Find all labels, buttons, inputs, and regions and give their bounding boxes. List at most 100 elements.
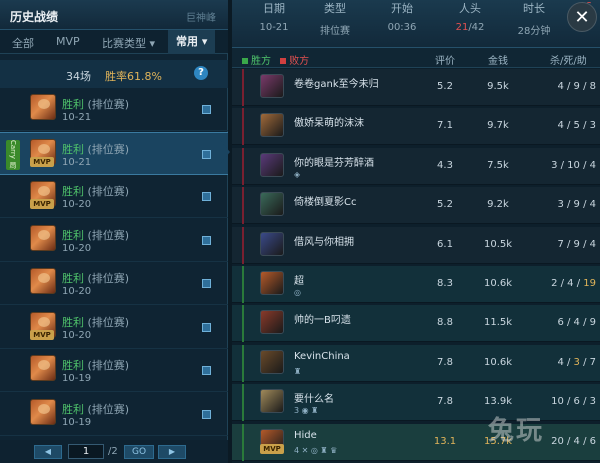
replay-icon[interactable] <box>202 322 211 332</box>
player-champion-avatar <box>260 74 284 98</box>
server-name: 巨神峰 <box>186 13 216 24</box>
match-result-label: 胜利 <box>62 315 84 329</box>
filter-common[interactable]: 常用 ▾ <box>168 30 216 54</box>
player-name: KevinChina <box>294 350 350 362</box>
replay-icon[interactable] <box>202 105 211 114</box>
match-row[interactable]: 胜利 (排位赛) 10-19 <box>0 393 228 436</box>
match-summary: 日期 10-21 类型 排位赛 开始 00:36 人头 21/42 时长 28分… <box>232 0 600 48</box>
champion-avatar <box>30 224 56 251</box>
player-name: 帅的一B叼遗 <box>294 315 351 327</box>
help-icon[interactable]: ? <box>194 66 208 80</box>
win-rate: 胜率61.8% <box>105 70 162 83</box>
summary-start-value: 00:36 <box>387 22 417 33</box>
pager: ◀ /2 GO ▶ <box>0 440 228 463</box>
player-kda: 4 / 3 / 7 <box>557 356 596 368</box>
match-result: 胜利 (排位赛) <box>62 141 129 157</box>
team-marker <box>242 147 244 185</box>
player-score: 8.8 <box>437 317 453 329</box>
summary-type-label: 类型 <box>324 2 346 15</box>
summary-duration: 时长 28分钟 <box>514 0 554 37</box>
player-row[interactable]: 倚楼倒夏影Cc 5.2 9.2k 3 / 9 / 4 <box>232 187 600 225</box>
games-count: 34场 <box>66 70 91 83</box>
player-name: 借风与你相拥 <box>294 236 354 248</box>
player-gold: 7.5k <box>487 159 509 171</box>
match-detail-panel: 日期 10-21 类型 排位赛 开始 00:36 人头 21/42 时长 28分… <box>232 0 600 463</box>
replay-icon[interactable] <box>202 192 211 201</box>
match-date: 10-19 <box>62 416 92 428</box>
match-row[interactable]: 胜利 (排位赛) 10-21 <box>0 88 228 131</box>
player-row[interactable]: 帅的一B叼遗 8.8 11.5k 6 / 4 / 9 <box>232 305 600 343</box>
match-row[interactable]: 胜利 (排位赛) 10-20 <box>0 262 228 305</box>
prev-page-button[interactable]: ◀ <box>34 445 62 459</box>
match-result: 胜利 (排位赛) <box>62 270 129 286</box>
legend-lose: 败方 <box>289 56 310 67</box>
replay-icon[interactable] <box>202 279 211 288</box>
player-row[interactable]: KevinChina ♜ 7.8 10.6k 4 / 3 / 7 <box>232 344 600 382</box>
champion-avatar <box>30 398 56 425</box>
mvp-badge: MVP <box>30 329 54 340</box>
match-row[interactable]: MVP 胜利 (排位赛) 10-20 <box>0 175 228 218</box>
player-badges-icon: ◈ <box>294 169 301 179</box>
player-row[interactable]: 借风与你相拥 6.1 10.5k 7 / 9 / 4 <box>232 226 600 264</box>
match-queue: (排位赛) <box>87 402 130 416</box>
player-score: 7.8 <box>437 396 453 408</box>
replay-icon[interactable] <box>202 149 211 159</box>
player-gold: 13.9k <box>483 396 513 408</box>
player-score: 5.2 <box>437 199 453 211</box>
match-row[interactable]: Carry 局 MVP 胜利 (排位赛) 10-21 <box>0 131 228 175</box>
match-row[interactable]: 胜利 (排位赛) 10-20 <box>0 219 228 262</box>
player-row[interactable]: MVP Hide 4 ✕ ◎ ♜ ♛ 13.1 15.7k 20 / 4 / 6 <box>232 423 600 461</box>
go-button[interactable]: GO <box>124 445 154 459</box>
panel-title: 历史战绩 <box>10 10 59 24</box>
player-score: 4.3 <box>437 159 453 171</box>
col-kda: 杀/死/助 <box>550 56 587 67</box>
player-score: 13.1 <box>433 435 457 447</box>
match-row[interactable]: MVP 胜利 (排位赛) 10-20 <box>0 306 228 349</box>
player-score: 8.3 <box>437 278 453 289</box>
panel-title-bar: 历史战绩 巨神峰 <box>0 0 228 30</box>
match-result-label: 胜利 <box>62 142 84 156</box>
player-row[interactable]: 超 ◎ 8.3 10.6k 2 / 4 / 19 <box>232 266 600 303</box>
champion-avatar <box>30 355 56 381</box>
team-marker <box>242 187 244 225</box>
player-gold: 11.5k <box>483 317 513 329</box>
player-gold: 9.5k <box>487 81 509 92</box>
filter-mvp[interactable]: MVP <box>56 35 80 48</box>
page-input[interactable] <box>68 444 104 459</box>
player-score: 7.8 <box>437 356 453 368</box>
replay-icon[interactable] <box>202 366 211 375</box>
player-row[interactable]: 要什么名 3 ◉ ♜ 7.8 13.9k 10 / 6 / 3 <box>232 384 600 422</box>
match-result-label: 胜利 <box>62 98 84 111</box>
team-legend: 胜方 败方 <box>242 52 309 67</box>
watermark: 兔玩 <box>488 416 545 446</box>
match-date: 10-20 <box>62 242 92 254</box>
match-row[interactable]: 胜利 (排位赛) 10-19 <box>0 349 228 392</box>
match-result: 胜利 (排位赛) <box>62 227 129 243</box>
player-row[interactable]: 你的眼是芬芳醉酒 ◈ 4.3 7.5k 3 / 10 / 4 <box>232 147 600 185</box>
mvp-badge: MVP <box>30 199 54 209</box>
player-name: 卷卷gank至今未归 <box>294 79 379 90</box>
col-gold: 金钱 <box>488 56 508 67</box>
team-marker <box>242 69 244 106</box>
player-row[interactable]: 傲娇呆萌的沫沫 7.1 9.7k 4 / 5 / 3 <box>232 108 600 146</box>
match-history-panel: 历史战绩 巨神峰 全部 MVP 比赛类型 ▾ 常用 ▾ 34场 胜率61.8% … <box>0 0 228 463</box>
player-name: 倚楼倒夏影Cc <box>294 197 357 209</box>
player-champion-avatar <box>260 271 284 295</box>
filter-all[interactable]: 全部 <box>12 35 34 51</box>
close-icon[interactable]: ✕ <box>567 2 597 32</box>
filter-match-type[interactable]: 比赛类型 ▾ <box>102 35 155 51</box>
replay-icon[interactable] <box>202 235 211 245</box>
replay-icon[interactable] <box>202 409 211 419</box>
player-kda: 7 / 9 / 4 <box>557 238 596 250</box>
stats-bar: 34场 胜率61.8% ? <box>0 60 228 88</box>
match-result-label: 胜利 <box>62 272 84 285</box>
summary-date-label: 日期 <box>263 2 285 15</box>
player-champion-avatar <box>260 310 284 335</box>
summary-date-value: 10-21 <box>259 22 289 33</box>
match-date: 10-21 <box>62 112 92 123</box>
player-badges-icon: 4 ✕ ◎ ♜ ♛ <box>294 445 338 455</box>
player-gold: 9.7k <box>487 120 509 132</box>
player-row[interactable]: 卷卷gank至今未归 5.2 9.5k 4 / 9 / 8 <box>232 69 600 106</box>
match-queue: (排位赛) <box>87 185 130 198</box>
next-page-button[interactable]: ▶ <box>158 445 186 459</box>
